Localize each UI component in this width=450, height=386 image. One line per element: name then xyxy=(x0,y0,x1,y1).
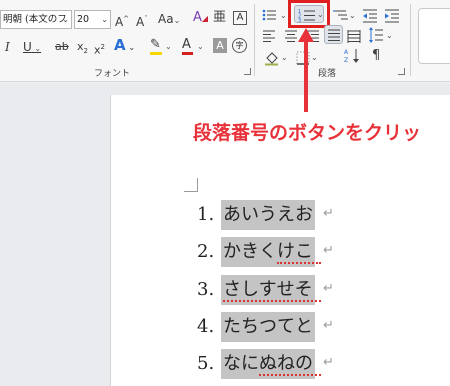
bullet-list-icon xyxy=(262,9,276,21)
increase-indent-button[interactable] xyxy=(384,7,400,23)
multilevel-list-icon xyxy=(333,10,348,20)
chevron-down-icon[interactable]: ⌄ xyxy=(165,42,172,52)
change-case-button[interactable]: Aa⌄ xyxy=(158,12,180,26)
list-number: 1. xyxy=(197,204,215,225)
paragraph-mark: ↵ xyxy=(323,281,334,296)
paragraph-mark: ↵ xyxy=(323,355,334,370)
phonetic-guide-button[interactable]: 亜 xyxy=(213,11,226,25)
character-shading-button[interactable]: A xyxy=(213,38,227,53)
margin-corner-mark xyxy=(184,191,198,192)
list-number: 5. xyxy=(197,353,215,374)
chevron-down-icon: ⌄ xyxy=(101,15,108,24)
font-group-label: フォント xyxy=(94,69,131,79)
spelling-squiggle xyxy=(277,262,321,264)
chevron-down-icon: ⌄ xyxy=(317,10,324,19)
paragraph-mark: ↵ xyxy=(323,206,334,221)
distributed-button[interactable] xyxy=(347,28,361,43)
list-number: 3. xyxy=(197,279,215,300)
strikethrough-button[interactable]: ab xyxy=(55,40,69,54)
indent-icon xyxy=(385,9,399,23)
list-number: 4. xyxy=(197,316,215,337)
styles-gallery[interactable] xyxy=(418,8,450,64)
chevron-down-icon[interactable]: ⌄ xyxy=(281,53,288,63)
svg-text:A: A xyxy=(344,49,349,56)
show-marks-button[interactable]: ¶ xyxy=(372,48,380,63)
grow-font-button[interactable]: A^ xyxy=(115,12,129,29)
bold-italic-button[interactable]: I xyxy=(5,40,10,54)
sort-button[interactable]: AZ xyxy=(344,47,364,64)
paragraph-mark: ↵ xyxy=(323,243,334,258)
underline-button[interactable]: U ⌄ xyxy=(23,40,41,54)
highlight-color-bar xyxy=(150,52,162,55)
svg-text:3: 3 xyxy=(298,18,301,23)
font-dialog-launcher[interactable] xyxy=(244,68,251,75)
enclose-char-button[interactable]: 字 xyxy=(232,38,247,53)
chevron-down-icon[interactable]: ⌄ xyxy=(386,31,393,41)
chevron-down-icon: ⌄ xyxy=(31,44,42,53)
distribute-icon xyxy=(347,30,361,43)
bullets-button[interactable] xyxy=(261,7,279,23)
chevron-down-icon: ⌄ xyxy=(173,16,181,25)
list-item-text[interactable]: たちつてと xyxy=(221,312,315,342)
chevron-down-icon: ⌄ xyxy=(62,15,69,24)
group-divider xyxy=(254,4,255,76)
chevron-down-icon[interactable]: ⌄ xyxy=(197,42,204,52)
justify-icon xyxy=(328,29,340,41)
list-number: 2. xyxy=(197,241,215,262)
group-divider xyxy=(410,4,411,76)
clear-formatting-button[interactable]: A◢ xyxy=(193,11,208,26)
shading-button[interactable] xyxy=(264,50,280,66)
font-name-value: 明朝 (本文のフ xyxy=(3,14,67,25)
line-spacing-button[interactable] xyxy=(368,27,384,43)
callout-arrow xyxy=(296,28,316,112)
sort-icon: AZ xyxy=(344,49,359,64)
superscript-button[interactable]: x2 xyxy=(94,40,105,58)
chevron-down-icon: ⌄ xyxy=(125,43,136,52)
font-name-combo[interactable]: 明朝 (本文のフ ⌄ xyxy=(0,10,72,29)
arrow-up-icon xyxy=(298,28,314,112)
outdent-icon xyxy=(363,9,377,23)
enclose-characters-button[interactable]: A xyxy=(233,11,247,25)
spelling-squiggle xyxy=(259,374,321,376)
justify-button[interactable] xyxy=(324,25,343,44)
font-size-combo[interactable]: 20 ⌄ xyxy=(74,10,111,29)
numbered-list-icon: 1 2 3 xyxy=(298,9,315,23)
ribbon: 明朝 (本文のフ ⌄ 20 ⌄ A^ Aˇ Aa⌄ A◢ 亜 A I U ⌄ a… xyxy=(0,0,450,82)
text-effects-button[interactable]: A ⌄ xyxy=(114,38,135,53)
font-color-button[interactable]: A xyxy=(182,38,193,55)
margin-corner-mark xyxy=(197,178,198,192)
decrease-indent-button[interactable] xyxy=(362,7,378,23)
numbering-button[interactable]: 1 2 3 ⌄ xyxy=(294,5,324,23)
shrink-font-button[interactable]: Aˇ xyxy=(136,12,148,29)
paragraph-mark: ↵ xyxy=(323,318,334,333)
multilevel-list-button[interactable] xyxy=(333,7,349,23)
align-left-button[interactable] xyxy=(262,28,276,42)
list-item-text[interactable]: あいうえお xyxy=(221,200,315,230)
font-size-value: 20 xyxy=(77,14,90,25)
callout-text: 段落番号のボタンをクリッ xyxy=(193,122,422,144)
chevron-down-icon[interactable]: ⌄ xyxy=(280,11,287,21)
subscript-button[interactable]: x2 xyxy=(77,40,88,58)
highlight-button[interactable]: ✎ xyxy=(150,38,162,55)
font-color-bar xyxy=(182,52,193,55)
align-left-icon xyxy=(263,30,275,42)
line-spacing-icon xyxy=(369,27,383,43)
svg-text:Z: Z xyxy=(344,57,348,63)
paint-bucket-icon xyxy=(265,52,278,66)
paragraph-dialog-launcher[interactable] xyxy=(398,68,405,75)
paragraph-group-label: 段落 xyxy=(318,69,337,79)
chevron-down-icon[interactable]: ⌄ xyxy=(349,11,356,21)
spelling-squiggle xyxy=(223,300,321,302)
